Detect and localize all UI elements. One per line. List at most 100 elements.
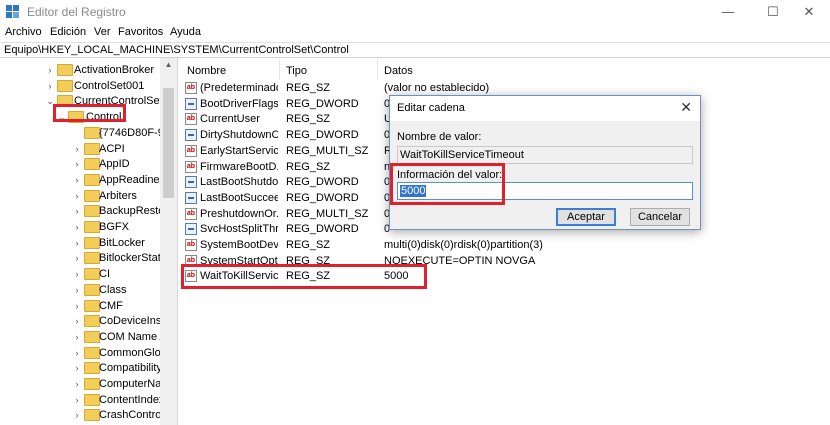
registry-app-icon [6,5,20,19]
folder-icon [84,158,100,171]
chevron-right-icon[interactable]: › [72,392,82,408]
tree-item-label: CMF [99,299,123,312]
tree-item[interactable]: › AppReadiness [0,172,171,188]
address-bar[interactable]: Equipo\HKEY_LOCAL_MACHINE\SYSTEM\Current… [0,42,830,58]
value-name-field: WaitToKillServiceTimeout [397,146,693,164]
chevron-right-icon[interactable]: › [72,282,82,298]
menu-bar: Archivo Edición Ver Favoritos Ayuda [0,24,830,42]
value-name: LastBootSuccee... [200,191,278,204]
chevron-right-icon[interactable]: › [72,141,82,157]
tree-item[interactable]: › COM Name A [0,329,167,345]
value-type: REG_DWORD [286,223,359,236]
value-row[interactable]: ab (Predeterminado) REG_SZ (valor no establ… [181,80,830,96]
menu-favoritos[interactable]: Favoritos [118,26,163,38]
tree-item[interactable]: › BitlockerStatus [0,250,172,266]
string-value-icon: ab [185,207,197,220]
chevron-right-icon[interactable]: › [72,376,82,392]
chevron-right-icon[interactable]: › [72,172,82,188]
chevron-right-icon[interactable]: › [72,329,82,345]
folder-icon [84,173,100,186]
menu-ayuda[interactable]: Ayuda [170,26,201,38]
column-header-type[interactable]: Tipo [286,62,307,80]
chevron-right-icon[interactable]: › [72,250,82,266]
tree-item[interactable]: › ACPI [0,141,160,157]
tree-scrollbar-thumb[interactable] [163,88,174,198]
chevron-right-icon[interactable]: › [72,203,82,219]
chevron-right-icon[interactable]: › [72,298,82,314]
column-header-name[interactable]: Nombre [187,62,226,80]
value-name: CurrentUser [200,113,260,126]
menu-edicion[interactable]: Edición [50,26,86,38]
chevron-right-icon[interactable]: › [72,219,82,235]
value-type: REG_MULTI_SZ [286,144,369,157]
value-type: REG_DWORD [286,191,359,204]
title-bar: Editor del Registro — ☐ ✕ [0,0,830,24]
tree-item[interactable]: › CrashControl [0,407,164,423]
tree-item-label: CI [99,268,110,281]
tree-item[interactable]: › CoDeviceInsta [0,313,171,329]
value-type: REG_MULTI_SZ [286,207,369,220]
chevron-right-icon[interactable]: › [72,360,82,376]
chevron-right-icon[interactable]: › [72,188,82,204]
folder-icon [84,221,100,233]
folder-icon [84,236,100,249]
tree-item[interactable]: › AppID [0,156,160,172]
minimize-button[interactable]: — [705,0,751,24]
close-window-button[interactable]: ✕ [786,0,830,24]
value-type: REG_SZ [286,82,331,94]
folder-icon [84,315,100,328]
value-row[interactable]: abSystemBootDevi... REG_SZ multi(0)disk(0)… [181,237,830,253]
tree-item[interactable]: › BackupRestore [0,203,174,219]
value-name: (Predeterminado) [200,82,278,94]
column-header-data[interactable]: Datos [384,62,413,80]
chevron-right-icon[interactable]: › [45,62,55,78]
menu-ver[interactable]: Ver [94,26,111,38]
tree-item[interactable]: › Class [0,282,160,298]
cancel-button[interactable]: Cancelar [630,208,690,226]
value-type: REG_SZ [286,113,331,126]
folder-icon [84,378,100,390]
chevron-right-icon[interactable]: › [72,407,82,423]
column-divider[interactable] [279,60,280,80]
tree-scrollbar[interactable]: ▲ [160,58,177,425]
scroll-up-icon[interactable]: ▲ [160,58,177,72]
binary-value-icon [185,176,197,189]
window-title: Editor del Registro [27,5,126,19]
tree-item[interactable]: › BitLocker [0,235,160,251]
accept-button[interactable]: Aceptar [556,208,616,226]
tree-item[interactable]: › ContentIndex [0,392,164,408]
close-icon[interactable]: ✕ [680,99,692,116]
chevron-right-icon[interactable]: › [72,266,82,282]
chevron-right-icon[interactable]: › [72,345,82,361]
tree-item-label: BGFX [99,221,129,233]
string-value-icon: ab [185,113,197,126]
string-value-icon: ab [185,160,197,173]
value-name: BootDriverFlags [200,97,278,110]
folder-icon [84,330,100,343]
tree-item[interactable]: › CMF [0,298,160,314]
tree-item[interactable]: › ControlSet001 [0,78,160,94]
menu-archivo[interactable]: Archivo [5,26,42,38]
chevron-right-icon[interactable]: › [45,78,55,94]
tree-item[interactable]: › BGFX [0,219,160,235]
tree-item[interactable]: › CommonGlob [0,345,167,361]
tree-item[interactable]: › Compatibility [0,360,162,376]
value-name: SystemBootDevi... [200,239,278,251]
value-type: REG_SZ [286,160,331,173]
tree-item[interactable]: › Arbiters [0,188,160,204]
string-value-icon: ab [185,144,197,157]
chevron-right-icon[interactable]: › [72,156,82,172]
folder-icon [84,393,100,406]
chevron-right-icon[interactable]: › [72,313,82,329]
tree-item[interactable]: › ComputerNan [0,376,167,392]
tree-item-label: Class [99,283,127,296]
tree-item-label: ComputerNan [99,378,168,390]
tree-item-label: ContentIndex [99,393,165,406]
tree-item[interactable]: {7746D80F-97E [0,125,177,141]
value-type: REG_DWORD [286,129,359,142]
chevron-right-icon[interactable]: › [72,235,82,251]
tree-item[interactable]: › ActivationBroker [0,62,160,78]
tree-item[interactable]: › CI [0,266,160,282]
column-divider[interactable] [377,60,378,80]
folder-icon [84,252,100,265]
